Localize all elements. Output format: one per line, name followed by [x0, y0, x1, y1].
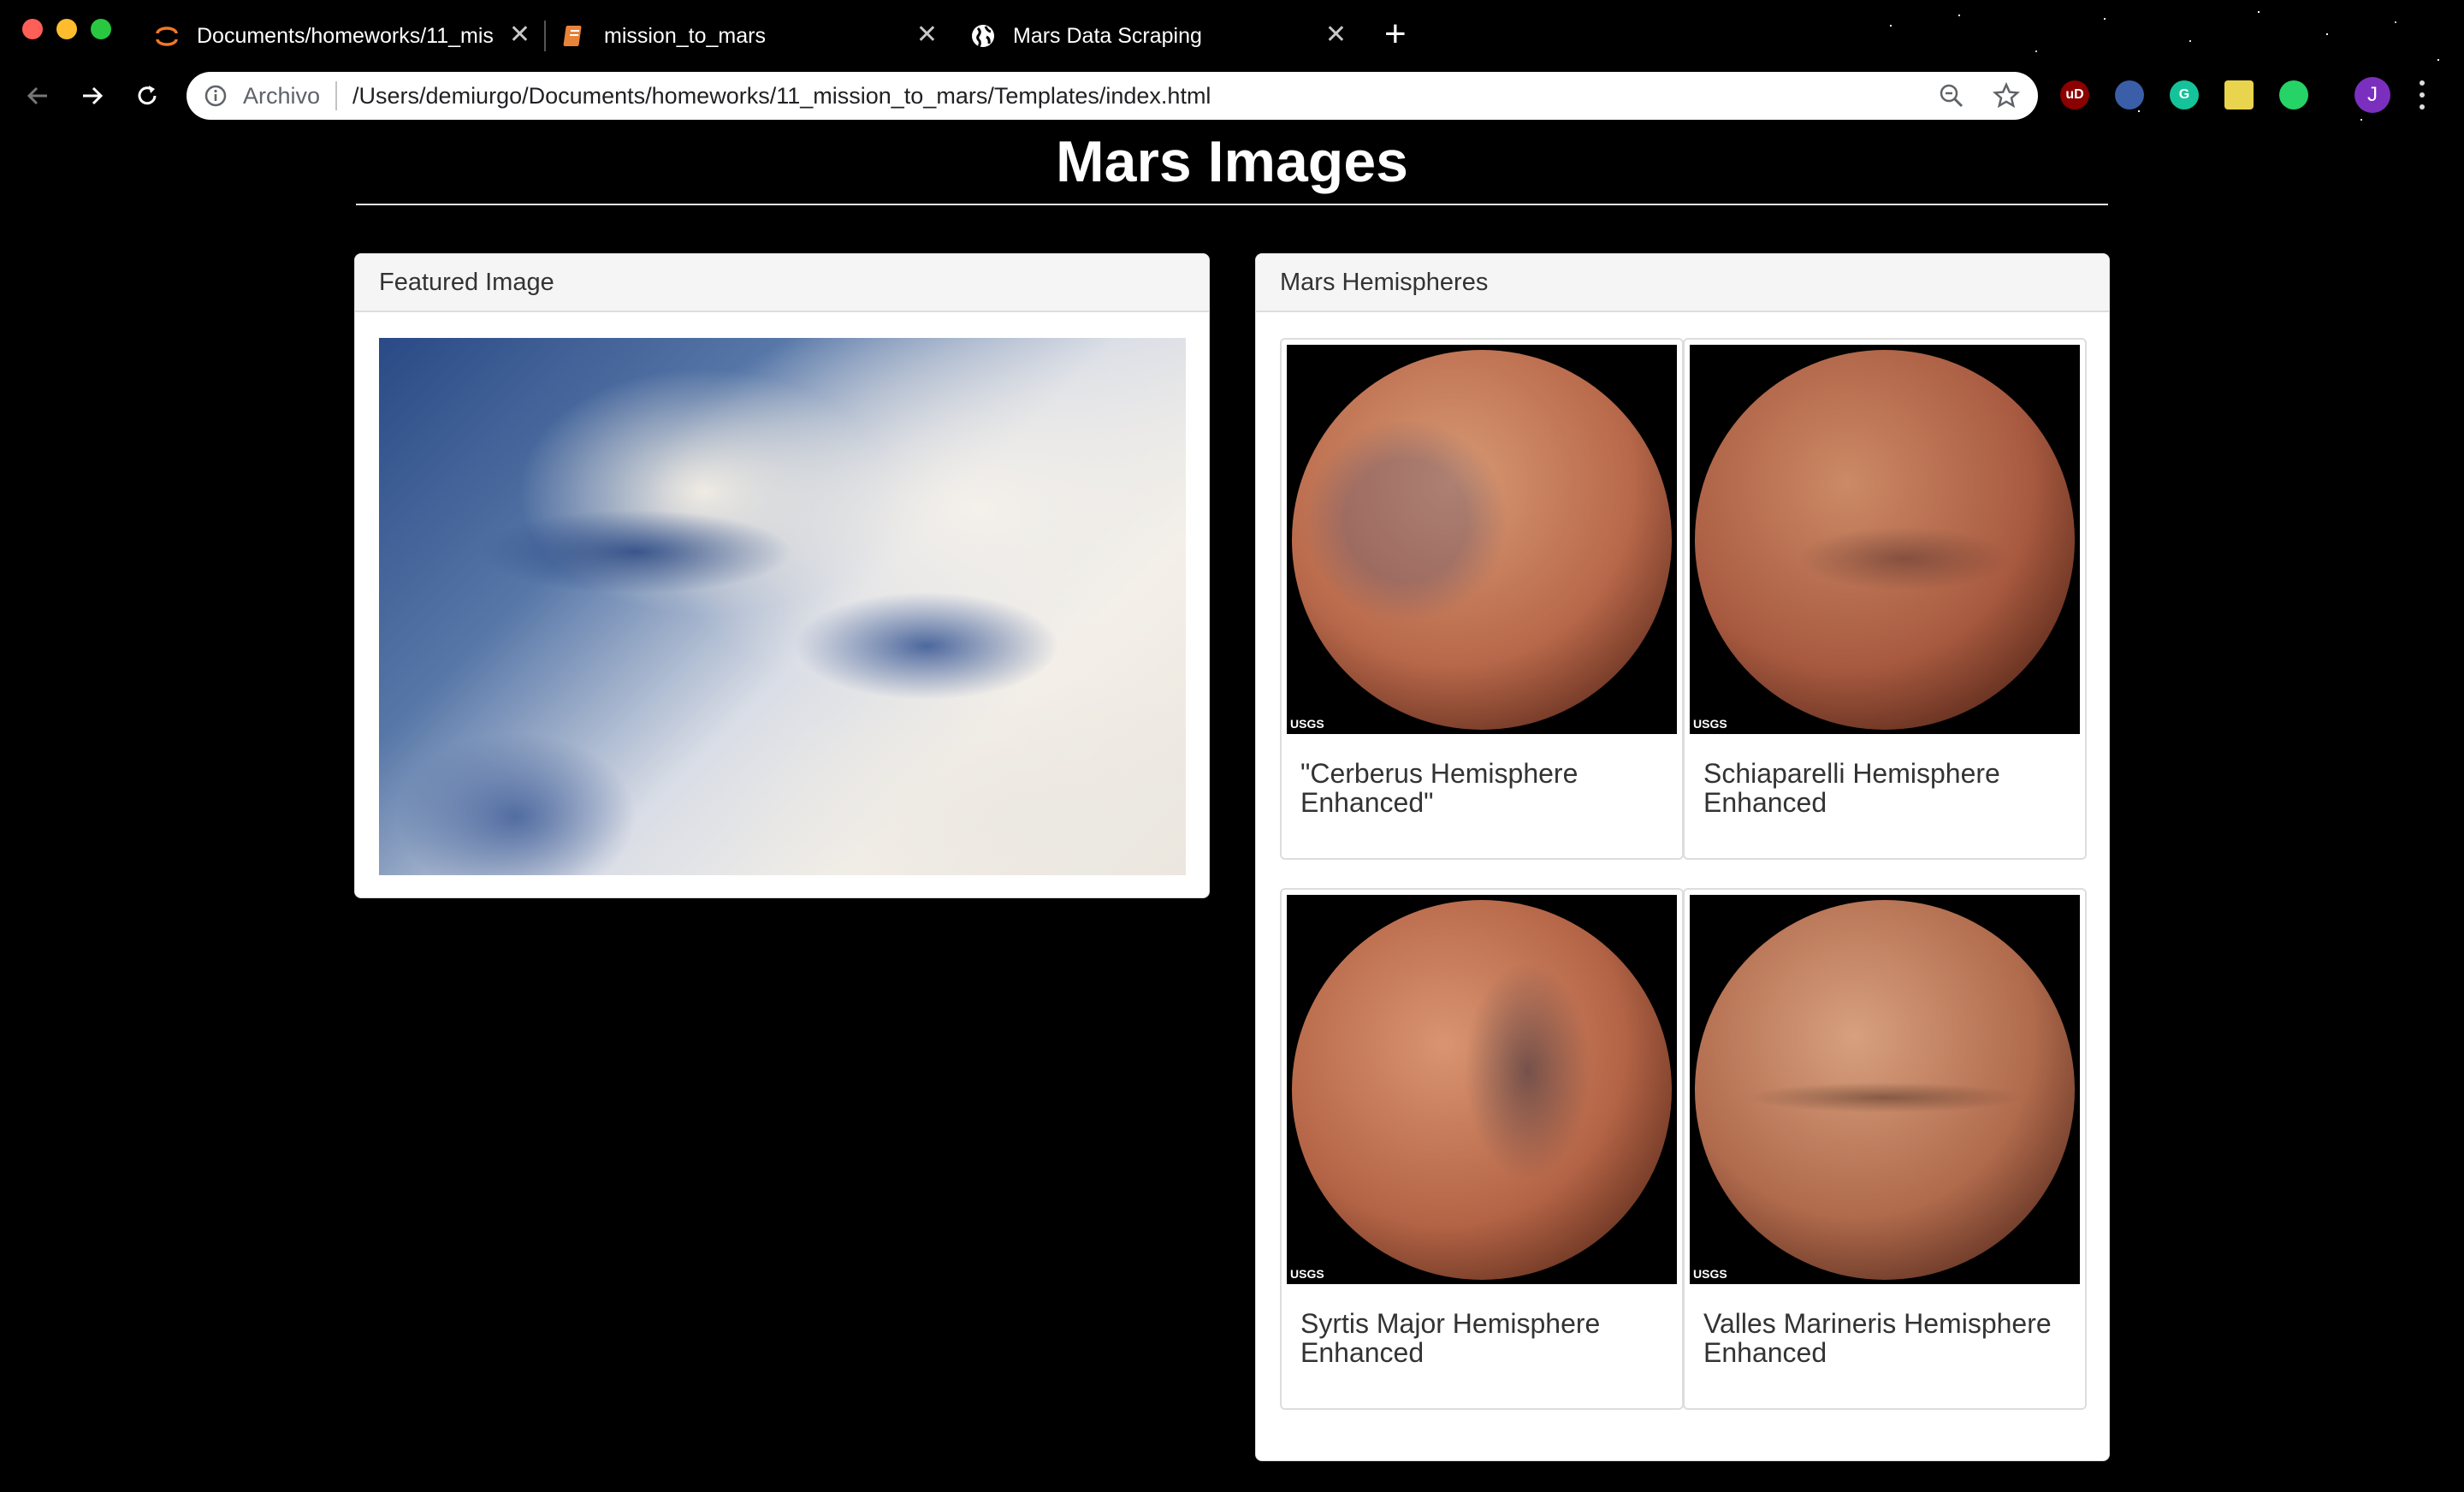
- browser-chrome: Documents/homeworks/11_mis ✕ mission_to_…: [0, 0, 2464, 132]
- bookmark-star-icon[interactable]: [1992, 81, 2021, 115]
- hemisphere-image[interactable]: USGS: [1690, 345, 2080, 734]
- tab-documents[interactable]: Documents/homeworks/11_mis ✕: [154, 12, 530, 60]
- new-tab-button[interactable]: +: [1384, 14, 1407, 55]
- tab-close-icon[interactable]: ✕: [916, 22, 938, 48]
- hemispheres-panel: Mars Hemispheres USGS "Cerberus Hemisphe…: [1255, 253, 2110, 1461]
- forward-arrow-icon[interactable]: [75, 79, 110, 113]
- title-divider: [356, 204, 2108, 205]
- address-url[interactable]: /Users/demiurgo/Documents/homeworks/11_m…: [352, 83, 1211, 110]
- featured-image-heading: Featured Image: [355, 254, 1209, 312]
- tab-close-icon[interactable]: ✕: [509, 22, 530, 48]
- grammarly-icon[interactable]: G: [2170, 80, 2199, 110]
- featured-image-panel: Featured Image: [354, 253, 1210, 898]
- hemisphere-caption: Syrtis Major Hemisphere Enhanced: [1300, 1308, 1601, 1368]
- hemisphere-card-cerberus[interactable]: USGS "Cerberus Hemisphere Enhanced": [1280, 338, 1684, 860]
- zoom-icon[interactable]: [1937, 81, 1966, 115]
- hemisphere-image[interactable]: USGS: [1287, 345, 1677, 734]
- usgs-logo: USGS: [1693, 717, 1727, 731]
- tab-title: mission_to_mars: [604, 23, 766, 48]
- page-title: Mars Images: [1056, 129, 1408, 194]
- hemisphere-caption: "Cerberus Hemisphere Enhanced": [1300, 758, 1578, 818]
- usgs-logo: USGS: [1290, 1267, 1324, 1281]
- hemisphere-caption: Schiaparelli Hemisphere Enhanced: [1703, 758, 2000, 818]
- planet-disc: [1292, 350, 1672, 730]
- tab-title: Mars Data Scraping: [1013, 23, 1202, 48]
- close-window-button[interactable]: [22, 19, 43, 39]
- profile-avatar[interactable]: J: [2354, 77, 2390, 113]
- hemisphere-card-valles-marineris[interactable]: USGS Valles Marineris Hemisphere Enhance…: [1683, 888, 2087, 1410]
- menu-kebab-icon[interactable]: [2418, 80, 2426, 110]
- planet-disc: [1695, 900, 2075, 1280]
- hemispheres-heading: Mars Hemispheres: [1256, 254, 2109, 312]
- address-divider: [335, 81, 338, 110]
- tab-divider: [544, 21, 546, 51]
- tab-mission-to-mars[interactable]: mission_to_mars ✕: [561, 12, 938, 60]
- hemisphere-image[interactable]: USGS: [1690, 895, 2080, 1284]
- globe-icon: [970, 23, 996, 49]
- hemisphere-card-schiaparelli[interactable]: USGS Schiaparelli Hemisphere Enhanced: [1683, 338, 2087, 860]
- featured-image[interactable]: [379, 338, 1186, 875]
- tab-mars-data-scraping[interactable]: Mars Data Scraping ✕: [970, 12, 1347, 60]
- back-arrow-icon[interactable]: [21, 79, 55, 113]
- hemisphere-image[interactable]: USGS: [1287, 895, 1677, 1284]
- planet-disc: [1292, 900, 1672, 1280]
- maximize-window-button[interactable]: [91, 19, 111, 39]
- address-scheme-label: Archivo: [243, 82, 321, 109]
- tab-title: Documents/homeworks/11_mis: [197, 23, 494, 48]
- reload-icon[interactable]: [130, 79, 164, 113]
- owl-icon[interactable]: [2115, 80, 2144, 110]
- usgs-logo: USGS: [1693, 1267, 1727, 1281]
- planet-disc: [1695, 350, 2075, 730]
- hemisphere-card-syrtis-major[interactable]: USGS Syrtis Major Hemisphere Enhanced: [1280, 888, 1684, 1410]
- book-icon: [561, 23, 587, 49]
- usgs-logo: USGS: [1290, 717, 1324, 731]
- minimize-window-button[interactable]: [56, 19, 77, 39]
- tab-close-icon[interactable]: ✕: [1325, 22, 1347, 48]
- address-bar[interactable]: Archivo /Users/demiurgo/Documents/homewo…: [187, 72, 2038, 120]
- whatsapp-icon[interactable]: [2279, 80, 2308, 110]
- hemisphere-caption: Valles Marineris Hemisphere Enhanced: [1703, 1308, 2052, 1368]
- sticky-note-icon[interactable]: [2224, 80, 2254, 110]
- ublock-icon[interactable]: uD: [2060, 80, 2089, 110]
- jupyter-icon: [154, 23, 180, 49]
- info-icon[interactable]: [202, 82, 229, 110]
